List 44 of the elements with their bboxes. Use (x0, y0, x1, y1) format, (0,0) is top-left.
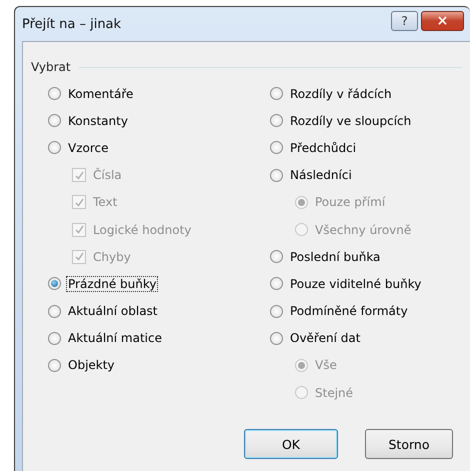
option-label: Předchůdci (289, 140, 358, 156)
option-label: Objekty (67, 357, 116, 374)
radio-button[interactable] (270, 87, 283, 100)
option-label: Rozdíly v řádcích (289, 86, 393, 102)
radio-button[interactable] (48, 277, 61, 290)
option-label: Logické hodnoty (92, 222, 192, 238)
option-label: Komentáře (67, 86, 134, 102)
ok-button[interactable]: OK (244, 429, 338, 459)
radio-button[interactable] (48, 87, 61, 100)
radio-button[interactable] (270, 168, 283, 182)
radio-button[interactable] (270, 332, 283, 345)
radio-button[interactable] (270, 114, 283, 128)
radio-button[interactable] (48, 141, 61, 154)
option-label: Podmíněné formáty (289, 303, 409, 320)
option-label: Text (92, 194, 118, 210)
option-label: Aktuální matice (67, 330, 163, 346)
option-label: Pouze přímí (314, 194, 386, 210)
radio-button[interactable] (270, 141, 283, 154)
radio-button[interactable] (270, 304, 283, 318)
option-label: Prázdné buňky (66, 276, 158, 292)
radio-button[interactable] (48, 358, 61, 372)
option-label: Následníci (289, 167, 353, 184)
window-title: Přejít na – jinak (22, 16, 122, 32)
radio-button[interactable] (48, 332, 61, 345)
option-label: Poslední buňka (289, 248, 382, 265)
option-label: Čísla (92, 167, 123, 184)
option-label: Všechny úrovně (314, 222, 412, 238)
help-button[interactable]: ? (391, 11, 418, 31)
option-label: Vše (314, 357, 338, 374)
cancel-button[interactable]: Storno (365, 429, 453, 459)
radio-button[interactable] (48, 114, 61, 128)
option-label: Vzorce (67, 140, 110, 156)
option-label: Stejné (314, 384, 354, 401)
radio-button[interactable] (48, 304, 61, 318)
option-label: Konstanty (67, 112, 129, 129)
option-label: Rozdíly ve sloupcích (289, 112, 412, 129)
close-button[interactable]: × (421, 11, 464, 31)
option-label: Chyby (92, 248, 132, 265)
option-label: Pouze viditelné buňky (289, 276, 422, 292)
radio-button[interactable] (270, 250, 283, 264)
option-label: Aktuální oblast (67, 303, 159, 320)
group-label: Vybrat (31, 60, 71, 74)
radio-button[interactable] (270, 277, 283, 290)
option-label: Ověření dat (289, 330, 362, 346)
